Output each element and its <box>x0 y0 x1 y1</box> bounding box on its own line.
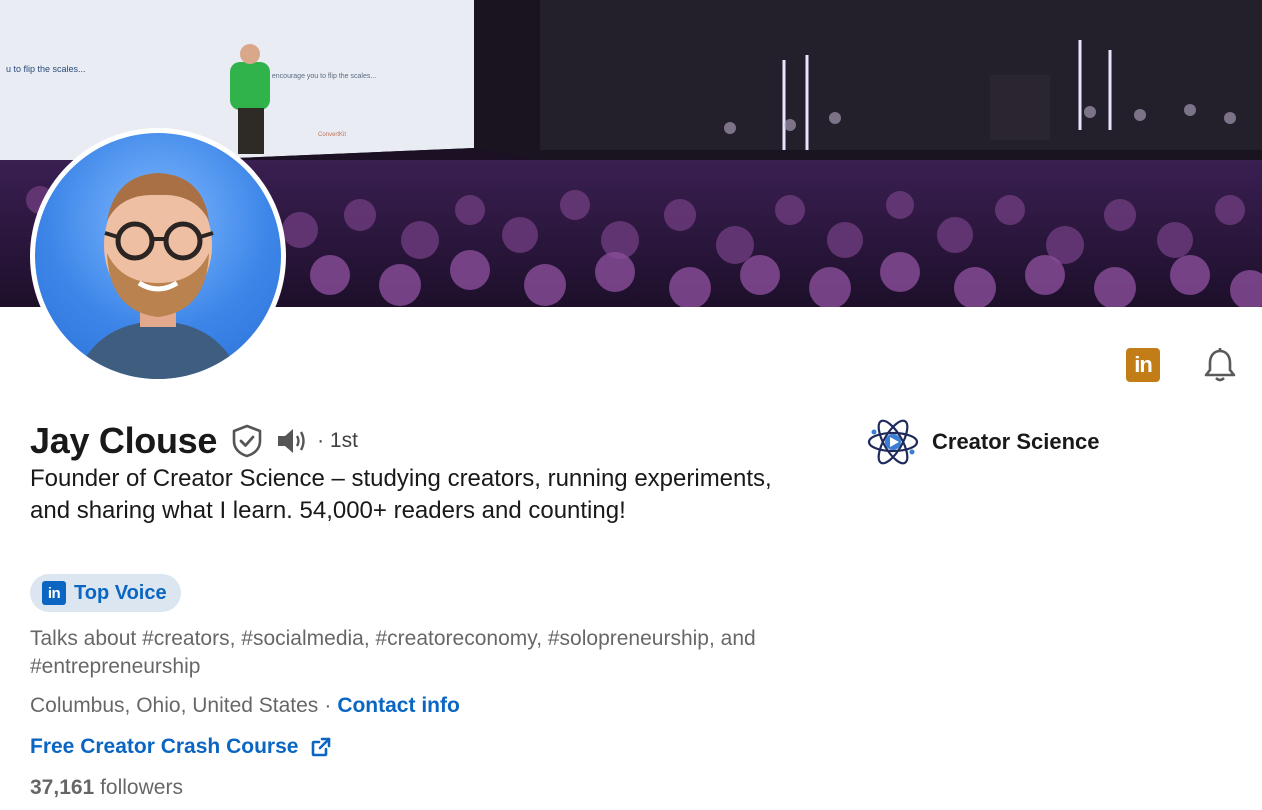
slide-text-right: I encourage you to flip the scales... <box>268 73 376 80</box>
top-voice-label: Top Voice <box>74 581 167 604</box>
website-label: Free Creator Crash Course <box>30 735 299 758</box>
slide-text-left: u to flip the scales... <box>6 64 86 74</box>
bell-icon[interactable] <box>1200 345 1240 385</box>
current-company[interactable]: Creator Science <box>866 416 1100 468</box>
website-link[interactable]: Free Creator Crash Course <box>30 735 332 759</box>
location-text: Columbus, Ohio, United States <box>30 694 319 717</box>
speaker-icon[interactable] <box>275 426 309 456</box>
followers-number: 37,161 <box>30 776 95 799</box>
profile-name: Jay Clouse <box>30 420 218 461</box>
name-row: Jay Clouse · 1st <box>30 418 358 464</box>
connection-degree: · 1st <box>317 429 358 452</box>
followers-label: followers <box>100 776 183 799</box>
shield-check-icon[interactable] <box>231 424 263 458</box>
profile-avatar[interactable] <box>30 128 286 384</box>
atom-logo-icon <box>867 419 919 465</box>
profile-headline: Founder of Creator Science – studying cr… <box>30 465 772 524</box>
slide-brand: ConvertKit <box>318 132 346 138</box>
location-row: Columbus, Ohio, United States · Contact … <box>30 694 460 718</box>
contact-info-link[interactable]: Contact info <box>337 694 459 718</box>
followers-count[interactable]: 37,161 followers <box>30 776 183 800</box>
location-separator: · <box>324 694 332 717</box>
top-voice-badge[interactable]: in Top Voice <box>30 574 181 612</box>
talks-about: Talks about #creators, #socialmedia, #cr… <box>30 627 756 678</box>
linkedin-icon[interactable]: in <box>1126 348 1160 382</box>
company-name: Creator Science <box>932 429 1100 454</box>
linkedin-icon: in <box>42 581 66 605</box>
external-link-icon <box>312 737 331 757</box>
